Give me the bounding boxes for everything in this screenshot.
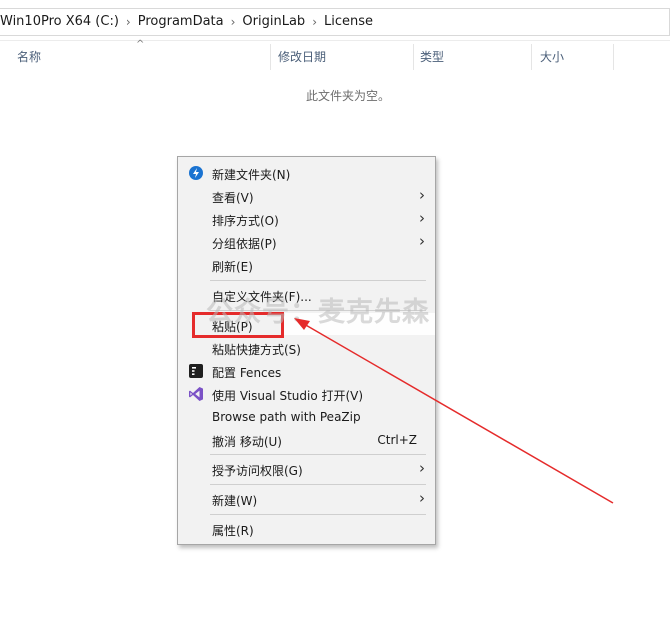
arrow-head bbox=[294, 318, 310, 330]
arrow-line bbox=[303, 323, 614, 504]
annotation-arrow bbox=[294, 318, 614, 504]
